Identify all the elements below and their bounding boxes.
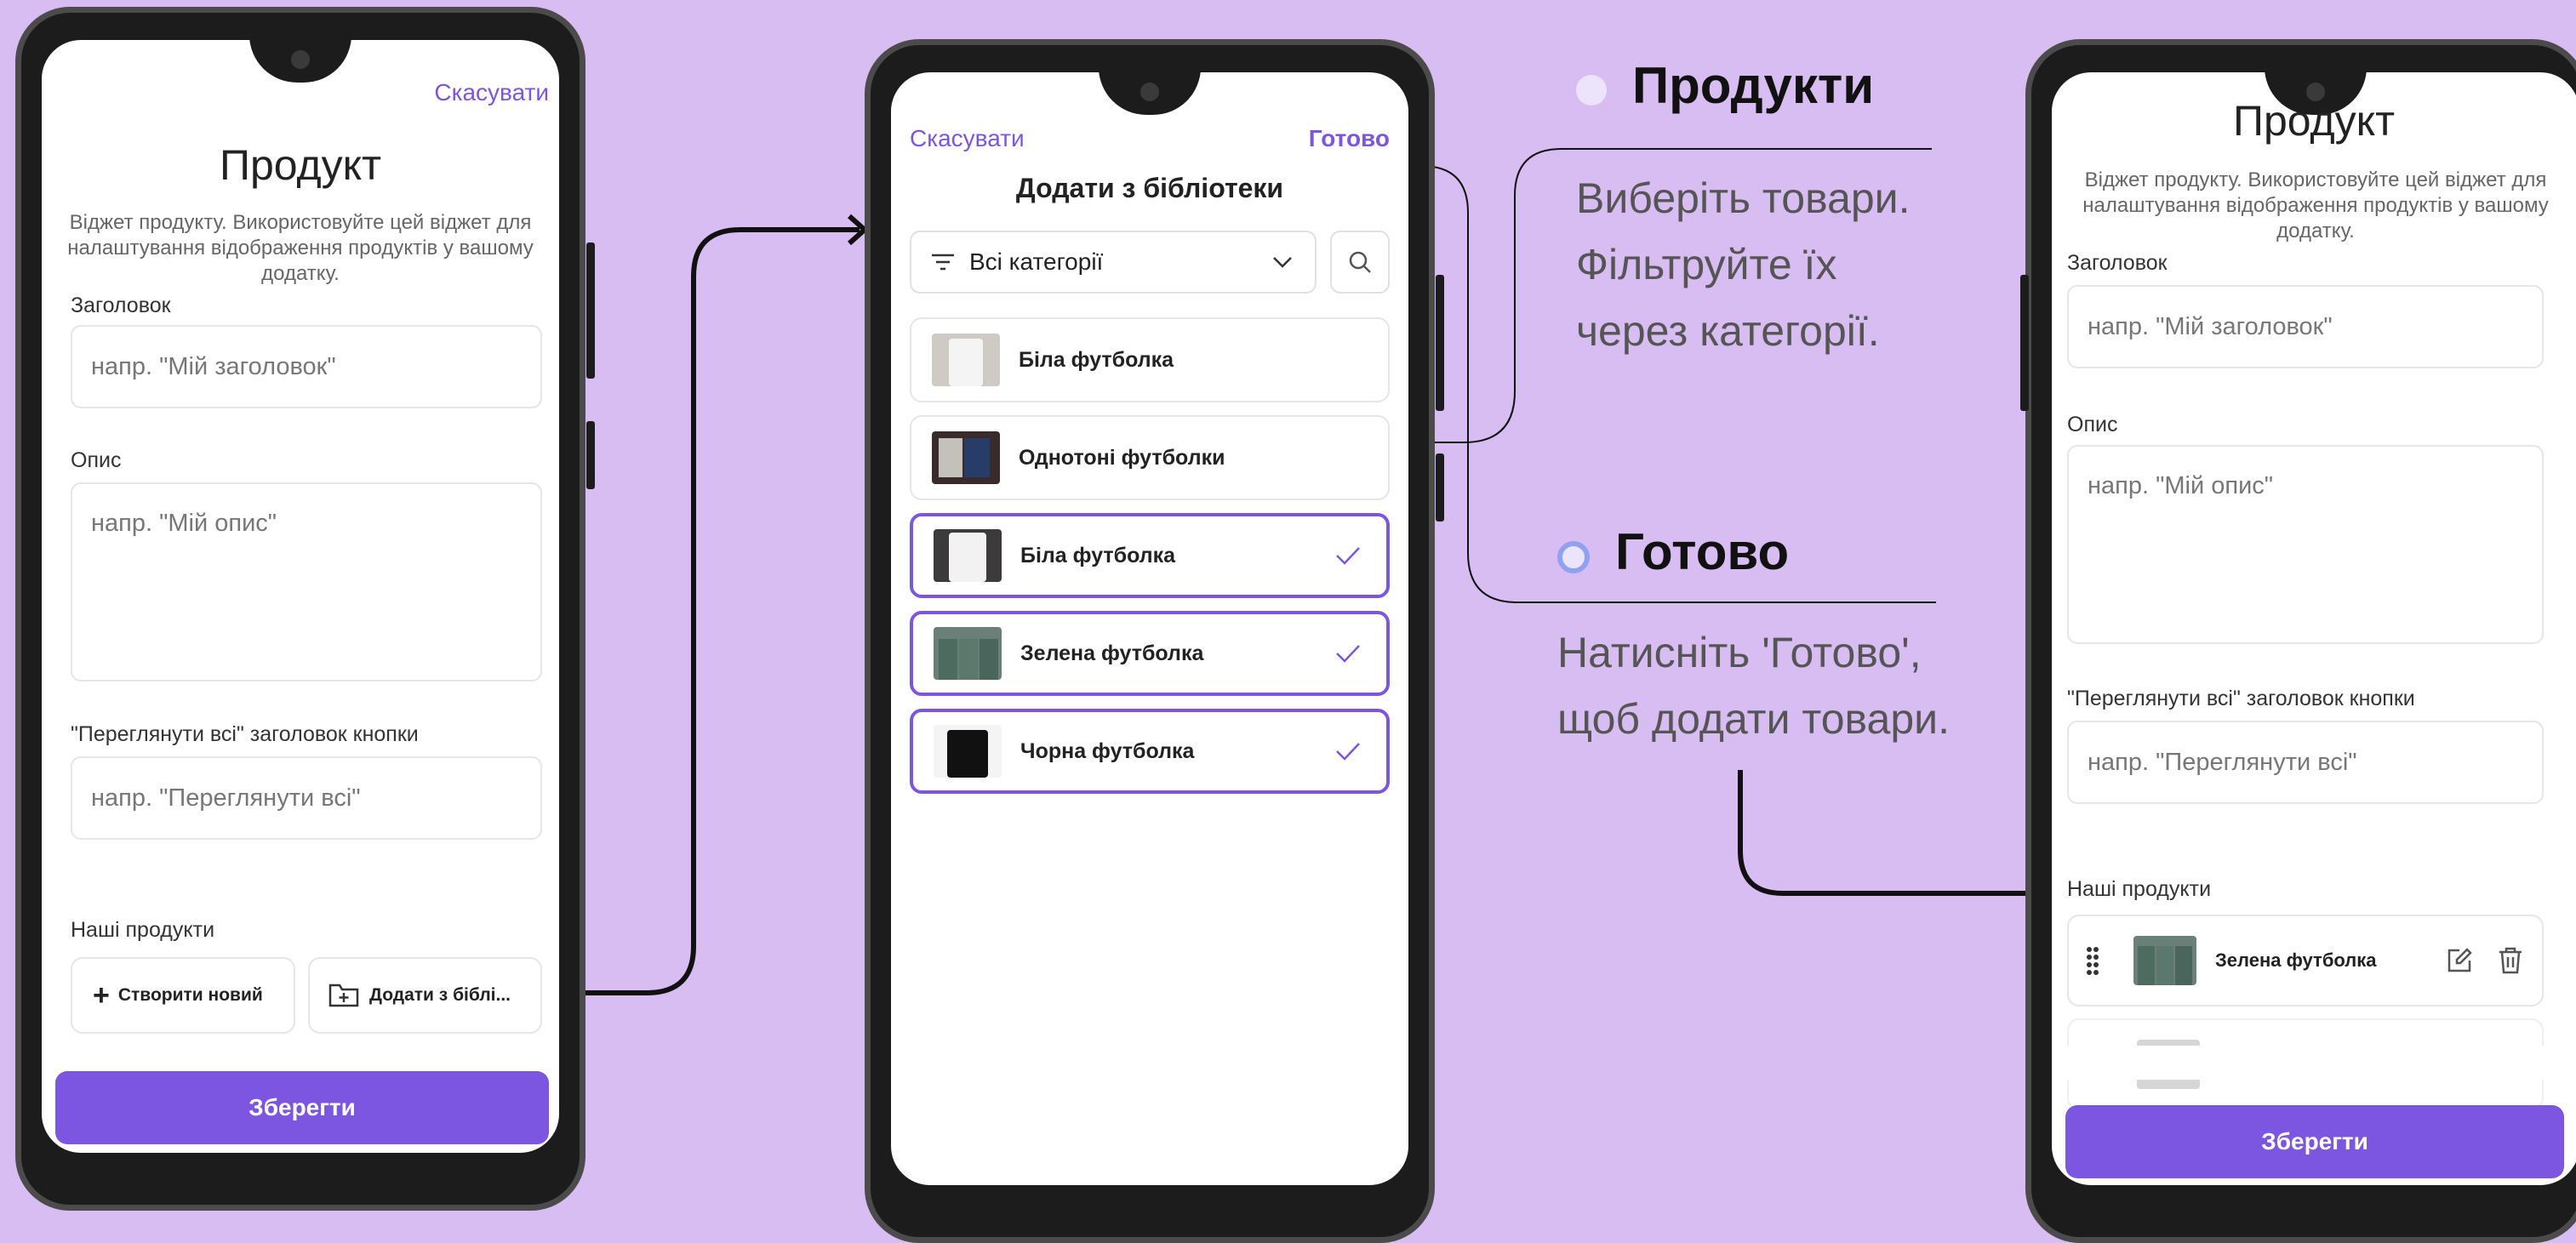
page-title: Продукт (220, 141, 381, 189)
products-annotation-body-3: через категорії. (1576, 307, 1880, 355)
library-item-selected[interactable]: Біла футболка (910, 513, 1390, 598)
folder-plus-icon (328, 984, 359, 1007)
phone-2-screen: Скасувати Готово Додати з бібліотеки Всі… (891, 72, 1408, 1185)
done-annotation-body-1: Натисніть 'Готово', (1557, 629, 1922, 676)
viewall-label: "Переглянути всі" заголовок кнопки (71, 722, 419, 746)
product-name: Зелена футболка (2215, 949, 2377, 971)
viewall-input[interactable]: напр. "Переглянути всі" (2067, 721, 2544, 804)
create-new-button[interactable]: + Створити новий (71, 957, 295, 1034)
notch (249, 40, 351, 83)
green-tshirt-thumb (934, 627, 1002, 680)
page-description: Віджет продукту. Використовуйте цей відж… (67, 211, 534, 285)
products-dot (1576, 75, 1607, 105)
library-item[interactable]: Біла футболка (910, 317, 1390, 402)
green-tshirt-thumb (2133, 936, 2196, 985)
phone-2: Скасувати Готово Додати з бібліотеки Всі… (865, 39, 1444, 1243)
filter-icon (932, 254, 954, 271)
viewall-label: "Переглянути всі" заголовок кнопки (2067, 687, 2415, 710)
done-annotation-title: Готово (1615, 523, 1790, 580)
products-annotation-body-1: Виберіть товари. (1576, 174, 1911, 222)
done-dot (1557, 541, 1590, 573)
heading-label: Заголовок (2067, 251, 2168, 275)
category-filter[interactable]: Всі категорії (910, 231, 1317, 294)
description-label: Опис (2067, 413, 2118, 436)
products-annotation-title: Продукти (1632, 57, 1875, 114)
products-label: Наші продукти (71, 918, 215, 942)
search-icon (1349, 251, 1371, 273)
library-title: Додати з бібліотеки (1015, 173, 1284, 203)
done-annotation-body-2: щоб додати товари. (1557, 695, 1950, 743)
phone-3: Продукт Віджет продукту. Використовуйте … (2020, 39, 2576, 1243)
search-button[interactable] (1330, 231, 1390, 294)
check-icon (1336, 645, 1360, 663)
page-description: Віджет продукту. Використовуйте цей відж… (2082, 168, 2549, 242)
plus-icon: + (93, 978, 110, 1012)
category-filter-label: Всі категорії (969, 248, 1104, 275)
add-from-library-button[interactable]: Додати з біблі... (308, 957, 542, 1034)
page-title: Продукт (2233, 97, 2395, 145)
create-new-label: Створити новий (117, 985, 263, 1005)
library-item-selected[interactable]: Чорна футболка (910, 709, 1390, 794)
cancel-button[interactable]: Скасувати (910, 125, 1025, 152)
products-annotation-body-2: Фільтруйте їх (1576, 241, 1837, 288)
products-label: Наші продукти (2067, 877, 2212, 901)
white-tshirt-thumb (932, 334, 1000, 386)
description-label: Опис (71, 448, 122, 472)
cancel-button[interactable]: Скасувати (434, 79, 549, 106)
trash-icon[interactable] (2498, 946, 2523, 975)
library-item-selected[interactable]: Зелена футболка (910, 611, 1390, 696)
save-button[interactable]: Зберегти (55, 1071, 549, 1144)
plain-tshirts-thumb (932, 431, 1000, 484)
heading-label: Заголовок (71, 294, 171, 317)
phone-1: Скасувати Продукт Віджет продукту. Викор… (15, 7, 595, 1211)
library-item[interactable]: Однотоні футболки (910, 415, 1390, 500)
edit-icon[interactable] (2445, 946, 2474, 975)
description-input[interactable]: напр. "Мій опис" (2067, 445, 2544, 644)
heading-input[interactable]: напр. "Мій заголовок" (2067, 285, 2544, 368)
phone-1-screen: Скасувати Продукт Віджет продукту. Викор… (42, 40, 559, 1153)
drag-handle-icon[interactable] (2086, 946, 2099, 975)
white-tshirt-thumb (934, 529, 1002, 582)
heading-input[interactable]: напр. "Мій заголовок" (71, 325, 542, 408)
check-icon (1336, 743, 1360, 761)
viewall-input[interactable]: напр. "Переглянути всі" (71, 756, 542, 840)
product-row[interactable]: Зелена футболка (2067, 915, 2544, 1006)
description-input[interactable]: напр. "Мій опис" (71, 482, 542, 681)
done-button[interactable]: Готово (1309, 125, 1390, 152)
save-button[interactable]: Зберегти (2065, 1105, 2564, 1178)
bottom-fade (2052, 1046, 2576, 1080)
check-icon (1336, 547, 1360, 565)
black-tshirt-thumb (934, 725, 1002, 778)
phone-3-screen: Продукт Віджет продукту. Використовуйте … (2052, 72, 2576, 1185)
chevron-down-icon (1273, 257, 1292, 268)
notch (1099, 72, 1201, 115)
add-from-library-label: Додати з біблі... (369, 985, 511, 1005)
